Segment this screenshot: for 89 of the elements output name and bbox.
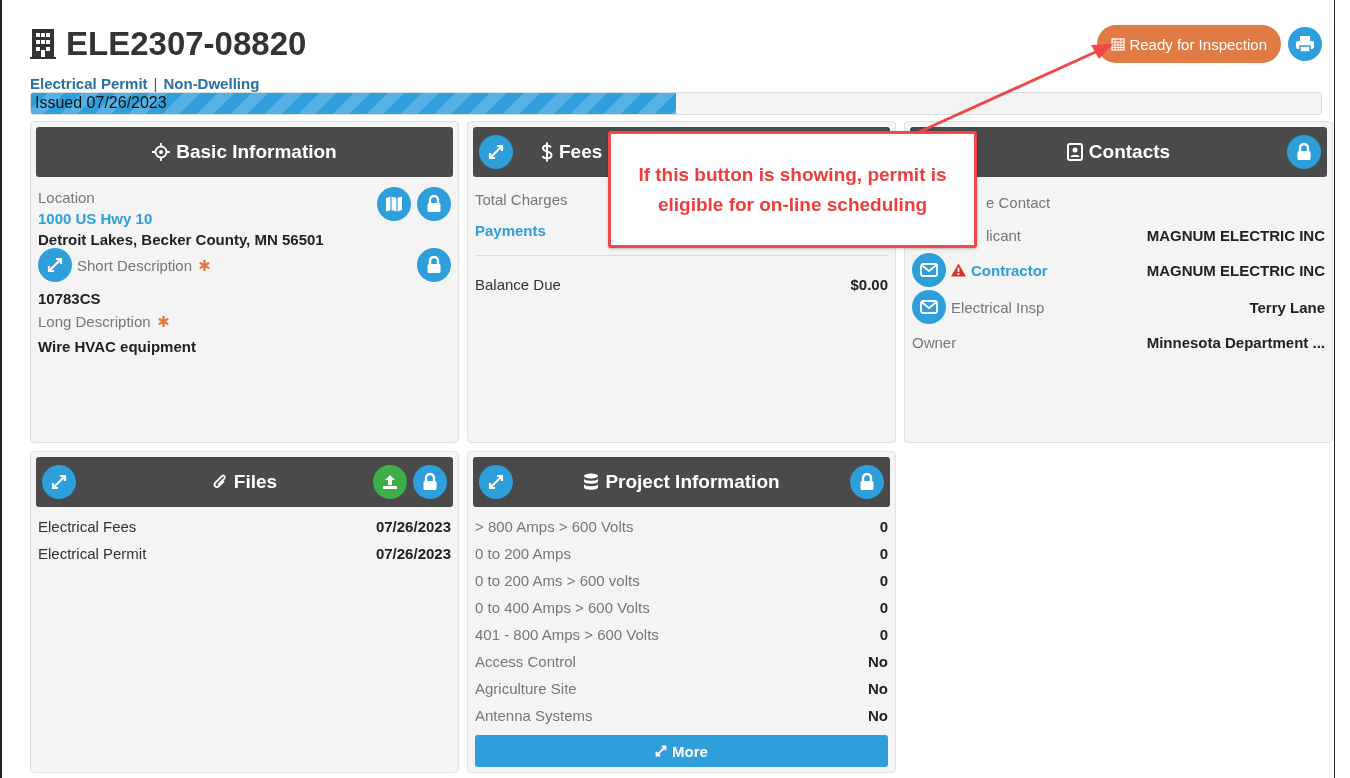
printer-icon: [1295, 35, 1315, 53]
expand-icon: [47, 257, 63, 273]
file-name: Electrical Permit: [38, 545, 147, 562]
field-label: Long Description: [38, 313, 151, 330]
contact-name: Terry Lane: [1249, 298, 1325, 316]
field-label: Access Control: [475, 653, 576, 670]
field-label: > 800 Amps > 600 Volts: [475, 518, 634, 535]
field-label: Antenna Systems: [475, 707, 593, 724]
email-button[interactable]: [912, 253, 946, 287]
separator: |: [153, 75, 158, 92]
expand-button[interactable]: [479, 135, 513, 169]
contact-name: MAGNUM ELECTRIC INC: [1146, 261, 1325, 279]
lock-icon: [426, 256, 442, 274]
balance-value: $0.00: [850, 276, 888, 293]
dollar-icon: [541, 142, 553, 162]
field-label: Total Charges: [475, 191, 568, 208]
calendar-icon: [1111, 37, 1126, 51]
envelope-icon: [920, 263, 938, 277]
expand-icon: [655, 745, 668, 757]
card-title: Contacts: [1088, 141, 1171, 163]
paperclip-icon: [211, 473, 228, 491]
required-icon: [157, 316, 169, 327]
lock-icon: [422, 473, 438, 491]
map-button[interactable]: [377, 187, 411, 221]
target-icon: [152, 143, 171, 161]
field-label: Location: [38, 189, 96, 206]
permit-number: ELE2307-08820: [66, 25, 307, 63]
envelope-icon: [920, 300, 938, 314]
annotation-callout: If this button is showing, permit is eligible for on-line scheduling: [608, 131, 977, 248]
file-name: Electrical Fees: [38, 518, 137, 535]
permit-type-link[interactable]: Electrical Permit: [30, 75, 148, 92]
lock-button[interactable]: [1287, 135, 1321, 169]
field-value: 0: [879, 572, 888, 589]
lock-icon: [1296, 143, 1312, 161]
contact-name: Minnesota Department ...: [1146, 333, 1325, 351]
expand-icon: [488, 144, 504, 160]
field-label: 401 - 800 Amps > 600 Volts: [475, 626, 659, 643]
file-date: 07/26/2023: [375, 545, 451, 562]
field-label: Agriculture Site: [475, 680, 577, 697]
field-value: Wire HVAC equipment: [38, 338, 197, 355]
address-link[interactable]: 1000 US Hwy 10: [38, 210, 324, 227]
card-title: Project Information: [605, 471, 780, 493]
lock-button[interactable]: [413, 465, 447, 499]
field-label: 0 to 400 Amps > 600 Volts: [475, 599, 650, 616]
contact-role: e Contact: [986, 193, 1051, 211]
field-value: 0: [879, 545, 888, 562]
field-label: Balance Due: [475, 276, 561, 293]
payments-link[interactable]: Payments: [475, 222, 546, 239]
print-button[interactable]: [1288, 27, 1322, 61]
field-label: 0 to 200 Ams > 600 volts: [475, 572, 640, 589]
upload-icon: [382, 474, 398, 490]
more-button[interactable]: More: [475, 735, 888, 767]
contact-card-icon: [1066, 143, 1083, 161]
contact-role: Owner: [912, 333, 957, 351]
file-date: 07/26/2023: [375, 518, 451, 535]
expand-icon: [51, 474, 67, 490]
database-icon: [583, 473, 600, 491]
lock-icon: [426, 195, 442, 213]
card-title: Files: [233, 471, 278, 493]
lock-button[interactable]: [850, 465, 884, 499]
email-button[interactable]: [912, 290, 946, 324]
field-value: 10783CS: [38, 290, 102, 307]
contact-role: Electrical Insp: [951, 298, 1045, 316]
lock-icon: [859, 473, 875, 491]
field-value: No: [868, 707, 888, 724]
field-value: 0: [879, 626, 888, 643]
progress-label: Issued 07/26/2023: [35, 94, 167, 112]
card-title: Fees: [559, 141, 603, 163]
field-value: No: [868, 680, 888, 697]
category-link[interactable]: Non-Dwelling: [163, 75, 260, 92]
field-label: 0 to 200 Amps: [475, 545, 571, 562]
upload-button[interactable]: [373, 465, 407, 499]
field-value: No: [868, 653, 888, 670]
map-icon: [385, 196, 403, 212]
city-text: Detroit Lakes, Becker County, MN 56501: [38, 231, 324, 248]
contact-name: MAGNUM ELECTRIC INC: [1146, 226, 1325, 244]
field-value: 0: [879, 599, 888, 616]
field-value: 0: [879, 518, 888, 535]
field-label: Short Description: [77, 256, 193, 274]
card-title: Basic Information: [176, 141, 337, 163]
contact-link[interactable]: Contractor: [971, 261, 1048, 279]
warning-icon: [951, 263, 966, 277]
expand-icon: [488, 474, 504, 490]
required-icon: [199, 259, 211, 271]
building-icon: [30, 29, 56, 59]
ready-for-inspection-button[interactable]: Ready for Inspection: [1097, 25, 1281, 63]
expand-button[interactable]: [479, 465, 513, 499]
contact-role: licant: [986, 226, 1022, 244]
expand-button[interactable]: [42, 465, 76, 499]
